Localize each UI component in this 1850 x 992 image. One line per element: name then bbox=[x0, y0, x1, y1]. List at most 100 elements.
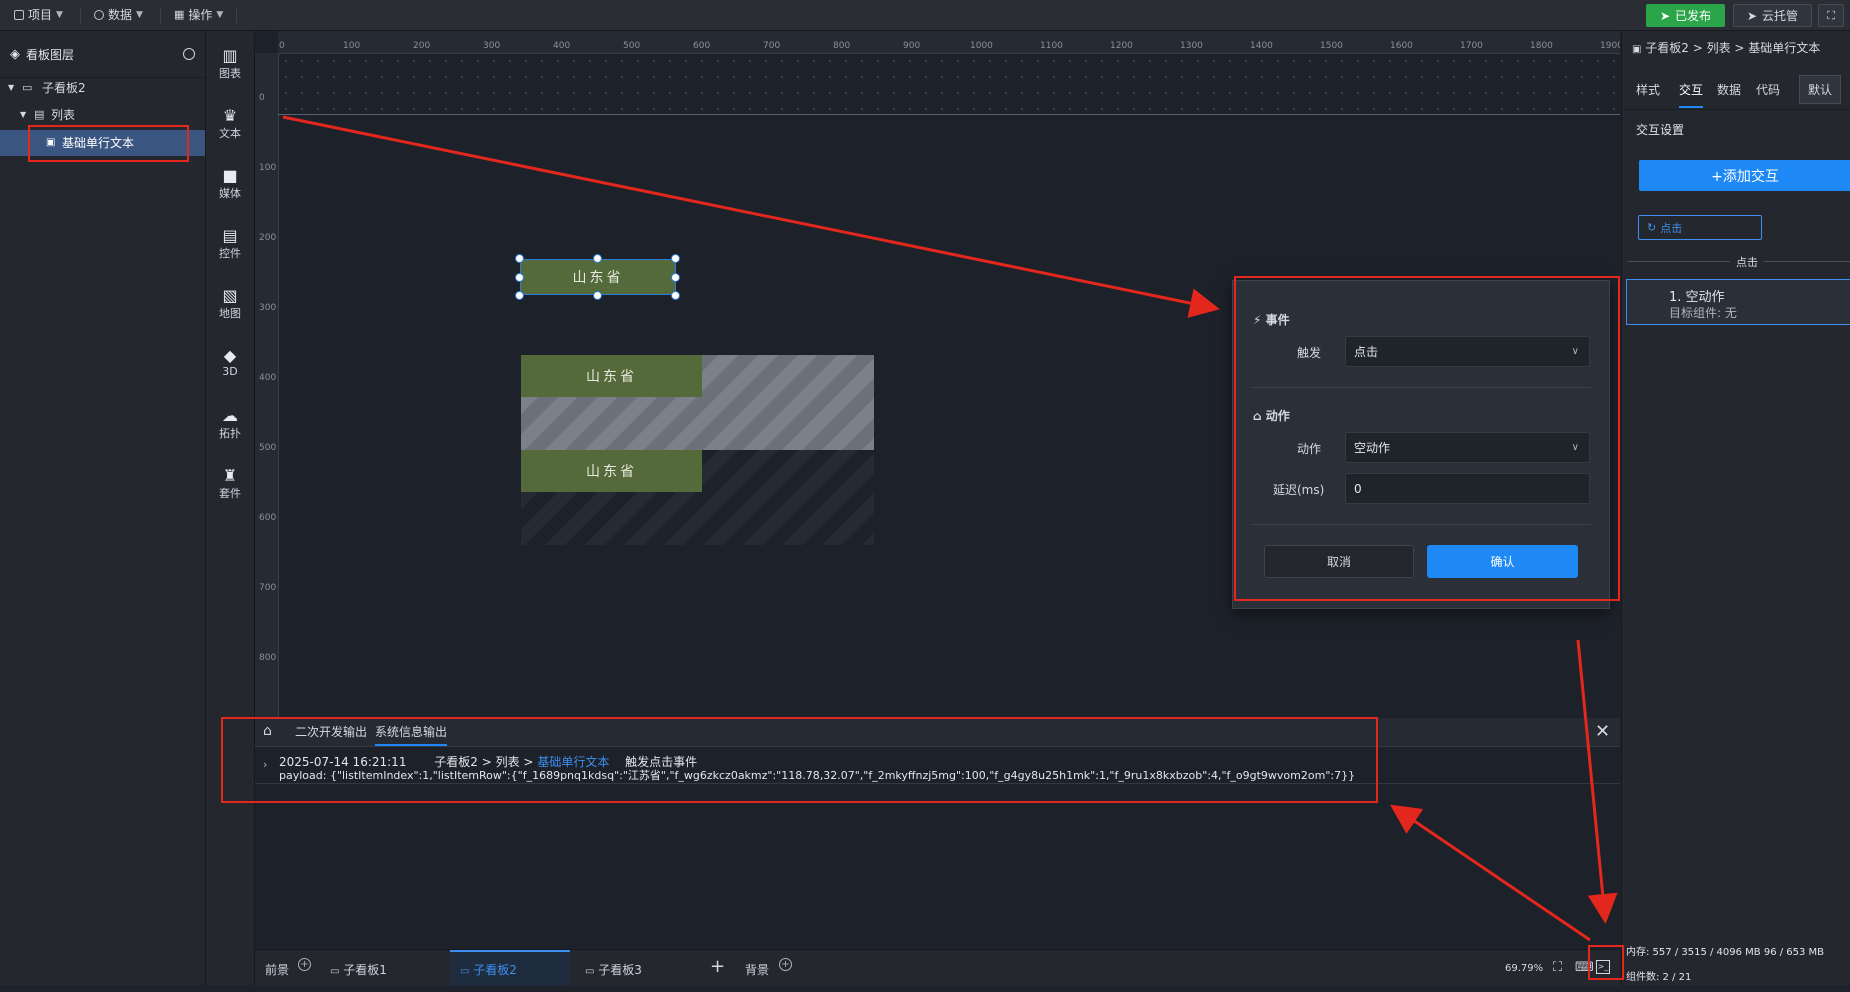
background-label: 背景 bbox=[745, 963, 770, 977]
ruler-tick: 700 bbox=[259, 583, 277, 593]
ruler-tick: 1700 bbox=[1460, 41, 1483, 51]
list-item-text[interactable]: 山东省 bbox=[521, 450, 702, 492]
map-icon: ▧ bbox=[222, 286, 238, 305]
resize-handle[interactable] bbox=[515, 291, 524, 300]
resize-handle[interactable] bbox=[515, 273, 524, 282]
ruler-tick: 600 bbox=[259, 513, 277, 523]
bar-chart-icon: ▥ bbox=[222, 46, 238, 65]
tab-board-3[interactable]: ▭ 子看板3 bbox=[585, 950, 695, 986]
kit-component-button[interactable]: ♜ 套件 bbox=[206, 467, 254, 501]
ruler-tick: 1900 bbox=[1600, 41, 1620, 51]
chart-component-button[interactable]: ▥ 图表 bbox=[206, 47, 254, 81]
send-icon: ➤ bbox=[1659, 8, 1671, 23]
caret-down-icon[interactable]: ▼ bbox=[20, 102, 26, 128]
ruler-tick: 600 bbox=[693, 41, 711, 51]
cube-icon: ◆ bbox=[223, 346, 237, 365]
map-component-button[interactable]: ▧ 地图 bbox=[206, 287, 254, 321]
add-board-button[interactable]: + bbox=[710, 956, 725, 977]
pointer-icon: ↻ bbox=[1647, 221, 1657, 234]
list-item-value: 山东省 bbox=[586, 369, 637, 385]
component-label: 图表 bbox=[219, 67, 241, 80]
action-card[interactable]: 1. 空动作 目标组件: 无 bbox=[1626, 279, 1850, 325]
tab-label: 子看板1 bbox=[343, 963, 387, 977]
data-menu[interactable]: 数据 ▼ bbox=[86, 0, 151, 30]
tab-default[interactable]: 默认 bbox=[1799, 75, 1842, 104]
ruler-tick: 500 bbox=[623, 41, 641, 51]
text-component-button[interactable]: ♛ 文本 bbox=[206, 107, 254, 141]
text-component-selected[interactable]: 山东省 bbox=[520, 259, 676, 295]
component-label: 控件 bbox=[219, 247, 241, 260]
tab-board-2[interactable]: ▭ 子看板2 bbox=[450, 950, 570, 986]
topology-component-button[interactable]: ☁ 拓扑 bbox=[206, 407, 254, 441]
zoom-level[interactable]: 69.79% bbox=[1505, 963, 1543, 974]
ruler-tick: 1100 bbox=[1040, 41, 1063, 51]
monitor-icon: ▭ bbox=[330, 966, 340, 977]
file-icon bbox=[14, 10, 24, 20]
component-label: 地图 bbox=[219, 307, 241, 320]
properties-panel: ▣ 子看板2 > 列表 > 基础单行文本 样式 交互 数据 代码 默认 交互设置… bbox=[1621, 31, 1850, 985]
component-label: 媒体 bbox=[219, 187, 241, 200]
monitor-icon: ▭ bbox=[585, 966, 595, 977]
resize-handle[interactable] bbox=[593, 291, 602, 300]
divider-label: 点击 bbox=[1730, 254, 1764, 270]
cloud-hosting-button[interactable]: ➤ 云托管 bbox=[1733, 4, 1812, 27]
action-card-title: 1. 空动作 bbox=[1669, 290, 1725, 305]
resize-handle[interactable] bbox=[593, 254, 602, 263]
ruler-tick: 500 bbox=[259, 443, 277, 453]
list-item-text[interactable]: 山东省 bbox=[521, 355, 702, 397]
foreground-label: 前景 bbox=[265, 963, 290, 977]
resize-handle[interactable] bbox=[515, 254, 524, 263]
component-count: 组件数: 2 / 21 bbox=[1626, 972, 1692, 983]
resize-handle[interactable] bbox=[671, 291, 680, 300]
close-icon[interactable]: ✕ bbox=[1595, 721, 1610, 742]
foreground-tab[interactable]: 前景 bbox=[265, 950, 289, 986]
operation-menu[interactable]: ▦ 操作 ▼ bbox=[166, 0, 231, 30]
chevron-down-icon: ▼ bbox=[56, 10, 63, 20]
published-button[interactable]: ➤ 已发布 bbox=[1646, 4, 1725, 27]
tab-code[interactable]: 代码 bbox=[1756, 81, 1780, 98]
send-icon: ➤ bbox=[1746, 8, 1758, 23]
control-icon: ▤ bbox=[222, 226, 238, 245]
ruler-tick: 400 bbox=[259, 373, 277, 383]
tab-data[interactable]: 数据 bbox=[1717, 81, 1741, 98]
3d-component-button[interactable]: ◆ 3D bbox=[206, 346, 254, 379]
ruler-tick: 800 bbox=[833, 41, 851, 51]
background-tab[interactable]: 背景 bbox=[745, 950, 769, 986]
fullscreen-button[interactable]: ⛶ bbox=[1818, 4, 1844, 27]
trigger-chip[interactable]: ↻ 点击 bbox=[1638, 215, 1762, 240]
media-icon: ■ bbox=[222, 166, 238, 185]
caret-down-icon[interactable]: ▼ bbox=[8, 75, 14, 101]
database-icon bbox=[94, 10, 104, 20]
grid-icon: ▦ bbox=[174, 8, 185, 21]
ruler-tick: 1800 bbox=[1530, 41, 1553, 51]
control-component-button[interactable]: ▤ 控件 bbox=[206, 227, 254, 261]
tab-interaction[interactable]: 交互 bbox=[1679, 81, 1704, 108]
tab-label: 子看板2 bbox=[473, 963, 517, 977]
list-item-value: 山东省 bbox=[586, 464, 637, 480]
component-label: 文本 bbox=[219, 127, 241, 140]
annotation-box bbox=[28, 125, 189, 162]
fit-screen-icon[interactable]: ⛶ bbox=[1553, 960, 1562, 975]
monitor-icon: ▭ bbox=[460, 966, 470, 977]
guide-line bbox=[278, 114, 1620, 115]
component-label: 3D bbox=[222, 365, 238, 378]
layers-icon: ◈ bbox=[10, 46, 20, 62]
add-interaction-button[interactable]: +添加交互 bbox=[1639, 160, 1850, 191]
search-icon[interactable] bbox=[183, 48, 195, 60]
tree-item-board[interactable]: ▼ ▭ 子看板2 bbox=[0, 75, 205, 101]
text-component-value: 山东省 bbox=[572, 270, 624, 286]
resize-handle[interactable] bbox=[671, 273, 680, 282]
ruler-tick: 300 bbox=[259, 303, 277, 313]
add-foreground-icon[interactable]: + bbox=[298, 957, 311, 971]
tab-style[interactable]: 样式 bbox=[1636, 81, 1660, 98]
tab-board-1[interactable]: ▭ 子看板1 bbox=[330, 950, 450, 986]
resize-handle[interactable] bbox=[671, 254, 680, 263]
data-menu-label: 数据 bbox=[108, 8, 133, 22]
operation-menu-label: 操作 bbox=[188, 8, 213, 22]
project-menu[interactable]: 项目 ▼ bbox=[6, 0, 71, 30]
media-component-button[interactable]: ■ 媒体 bbox=[206, 167, 254, 201]
ruler-tick: 100 bbox=[343, 41, 361, 51]
shirt-icon: ♜ bbox=[222, 466, 238, 485]
add-background-icon[interactable]: + bbox=[779, 957, 792, 971]
action-card-target: 目标组件: 无 bbox=[1669, 306, 1737, 320]
